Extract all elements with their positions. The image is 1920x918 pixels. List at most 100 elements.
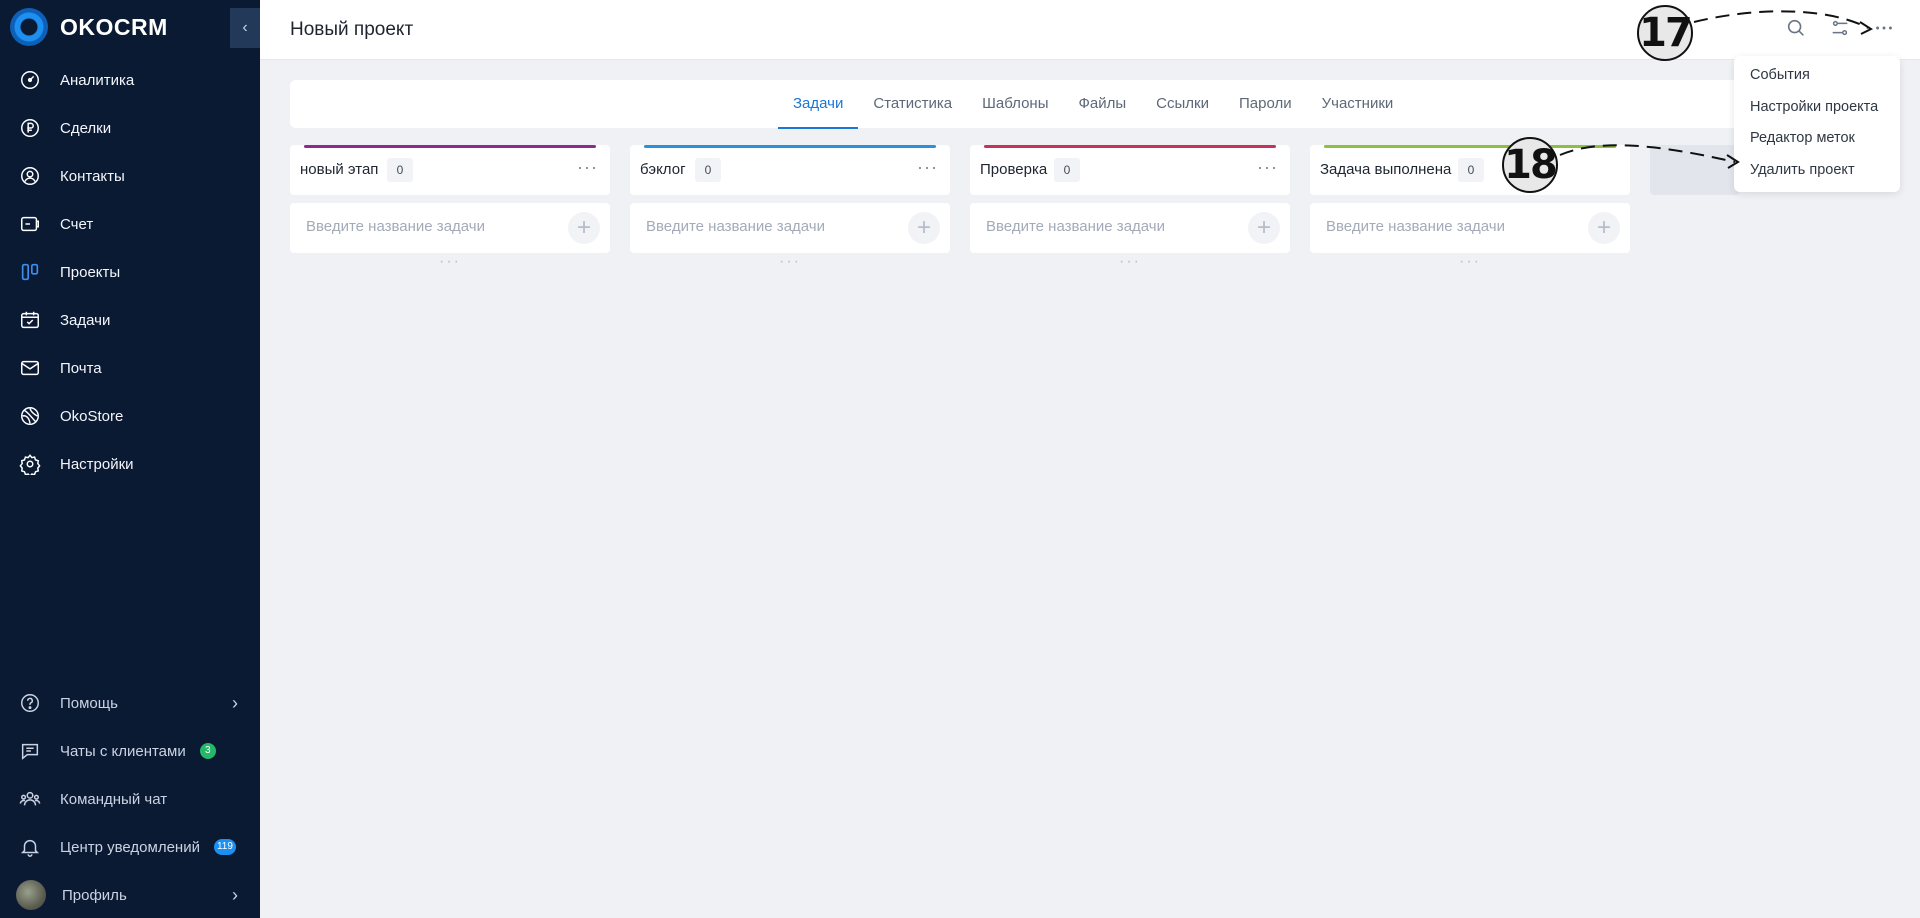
tab-files[interactable]: Файлы (1064, 80, 1142, 128)
sidebar-item-notifications[interactable]: Центр уведомлений 119 (0, 823, 260, 871)
column-header[interactable]: Проверка 0 ··· (970, 145, 1290, 195)
more-options-icon[interactable]: ··· (1257, 157, 1278, 178)
mail-icon (18, 356, 42, 380)
projects-icon (18, 260, 42, 284)
new-task-input[interactable] (646, 218, 886, 235)
help-label: Помощь (60, 694, 118, 712)
annotation-arrows (1559, 10, 1874, 169)
avatar (16, 880, 46, 910)
menu-item-project-settings[interactable]: Настройки проекта (1734, 92, 1900, 124)
brand-logo[interactable]: OKOCRM (10, 8, 168, 46)
sidebar-item-label: OkoStore (60, 407, 124, 425)
add-task-button[interactable]: + (1588, 212, 1620, 244)
sidebar-item-team-chat[interactable]: Командный чат (0, 775, 260, 823)
column-title: Задача выполнена (1320, 161, 1452, 178)
search-icon[interactable] (1784, 16, 1808, 40)
column-title: бэклог (640, 161, 686, 178)
column-header[interactable]: Задача выполнена 0 (1310, 145, 1630, 195)
add-task-button[interactable]: + (1248, 212, 1280, 244)
sidebar-item-settings[interactable]: Настройки (0, 440, 260, 488)
column-more-handle[interactable]: ··· (290, 253, 610, 271)
bell-icon (18, 835, 42, 859)
sidebar-item-label: Контакты (60, 167, 125, 185)
more-options-icon[interactable]: ··· (577, 157, 598, 178)
sidebar-item-tasks[interactable]: Задачи (0, 296, 260, 344)
tab-passwords[interactable]: Пароли (1224, 80, 1307, 128)
notifications-badge: 119 (213, 839, 236, 855)
user-icon (18, 164, 42, 188)
project-options-menu: События Настройки проекта Редактор меток… (1734, 56, 1900, 192)
menu-item-events[interactable]: События (1734, 60, 1900, 92)
add-task-button[interactable]: + (568, 212, 600, 244)
calendar-check-icon (18, 308, 42, 332)
sidebar-item-mail[interactable]: Почта (0, 344, 260, 392)
column-header[interactable]: новый этап 0 ··· (290, 145, 610, 195)
chevron-left-icon: ‹ (242, 19, 248, 36)
column-color-line (1324, 145, 1616, 148)
sidebar-item-projects[interactable]: Проекты (0, 248, 260, 296)
sidebar-item-label: Настройки (60, 455, 134, 473)
more-options-icon[interactable] (1872, 16, 1896, 40)
tab-statistics[interactable]: Статистика (858, 80, 967, 128)
annotation-callout: 17 (1637, 5, 1693, 61)
column-title: новый этап (300, 161, 379, 178)
chevron-right-icon: › (232, 884, 238, 905)
annotation-callout: 18 (1502, 137, 1558, 193)
sidebar-item-label: Проекты (60, 263, 121, 281)
sidebar-item-invoice[interactable]: Счет (0, 200, 260, 248)
page-title: Новый проект (290, 19, 414, 40)
sidebar-item-okostore[interactable]: OkoStore (0, 392, 260, 440)
plus-icon: + (576, 214, 591, 241)
new-task-input[interactable] (986, 218, 1226, 235)
store-icon (18, 404, 42, 428)
new-task-box: + (630, 203, 950, 253)
client-chats-badge: 3 (199, 743, 216, 759)
header-actions (1784, 16, 1896, 40)
sidebar-item-analytics[interactable]: Аналитика (0, 56, 260, 104)
column-header[interactable]: бэклог 0 ··· (630, 145, 950, 195)
sidebar-item-deals[interactable]: Сделки (0, 104, 260, 152)
new-task-input[interactable] (306, 218, 546, 235)
profile-label: Профиль (62, 886, 127, 904)
column-title: Проверка (980, 161, 1048, 178)
okocrm-logo-icon (10, 8, 48, 46)
plus-icon: + (1596, 214, 1611, 241)
plus-icon: + (916, 214, 931, 241)
add-task-button[interactable]: + (908, 212, 940, 244)
column-color-line (304, 145, 596, 148)
sidebar-item-client-chats[interactable]: Чаты с клиентами 3 (0, 727, 260, 775)
sidebar-collapse-button[interactable]: ‹ (230, 8, 260, 48)
sidebar-item-profile[interactable]: Профиль › (0, 871, 260, 918)
more-options-icon[interactable]: ··· (917, 157, 938, 178)
kanban-column: Проверка 0 ··· + ··· (970, 145, 1290, 271)
sidebar-item-help[interactable]: Помощь › (0, 679, 260, 727)
client-chats-label: Чаты с клиентами (60, 742, 186, 760)
column-more-handle[interactable]: ··· (1310, 253, 1630, 271)
tab-links[interactable]: Ссылки (1141, 80, 1224, 128)
sidebar-item-label: Почта (60, 359, 102, 377)
add-column-placeholder[interactable] (1650, 145, 1740, 195)
sidebar-item-label: Задачи (60, 311, 111, 329)
new-task-input[interactable] (1326, 218, 1566, 235)
menu-item-label-editor[interactable]: Редактор меток (1734, 123, 1900, 155)
sidebar: OKOCRM ‹ Аналитика Сделки Контакты Счет (0, 0, 260, 918)
column-count: 0 (1054, 158, 1080, 182)
tab-templates[interactable]: Шаблоны (967, 80, 1063, 128)
column-more-handle[interactable]: ··· (630, 253, 950, 271)
column-more-handle[interactable]: ··· (970, 253, 1290, 271)
kanban-column: Задача выполнена 0 + ··· (1310, 145, 1630, 271)
column-count: 0 (387, 158, 413, 182)
tab-tasks[interactable]: Задачи (778, 80, 859, 129)
sidebar-item-contacts[interactable]: Контакты (0, 152, 260, 200)
filter-icon[interactable] (1828, 16, 1852, 40)
ruble-icon (18, 116, 42, 140)
new-task-box: + (290, 203, 610, 253)
menu-item-delete-project[interactable]: Удалить проект (1734, 155, 1900, 187)
kanban-column: новый этап 0 ··· + ··· (290, 145, 610, 271)
tab-members[interactable]: Участники (1307, 80, 1409, 128)
kanban-column: бэклог 0 ··· + ··· (630, 145, 950, 271)
tabs: Задачи Статистика Шаблоны Файлы Ссылки П… (778, 80, 1409, 129)
plus-icon: + (1256, 214, 1271, 241)
analytics-icon (18, 68, 42, 92)
column-count: 0 (695, 158, 721, 182)
